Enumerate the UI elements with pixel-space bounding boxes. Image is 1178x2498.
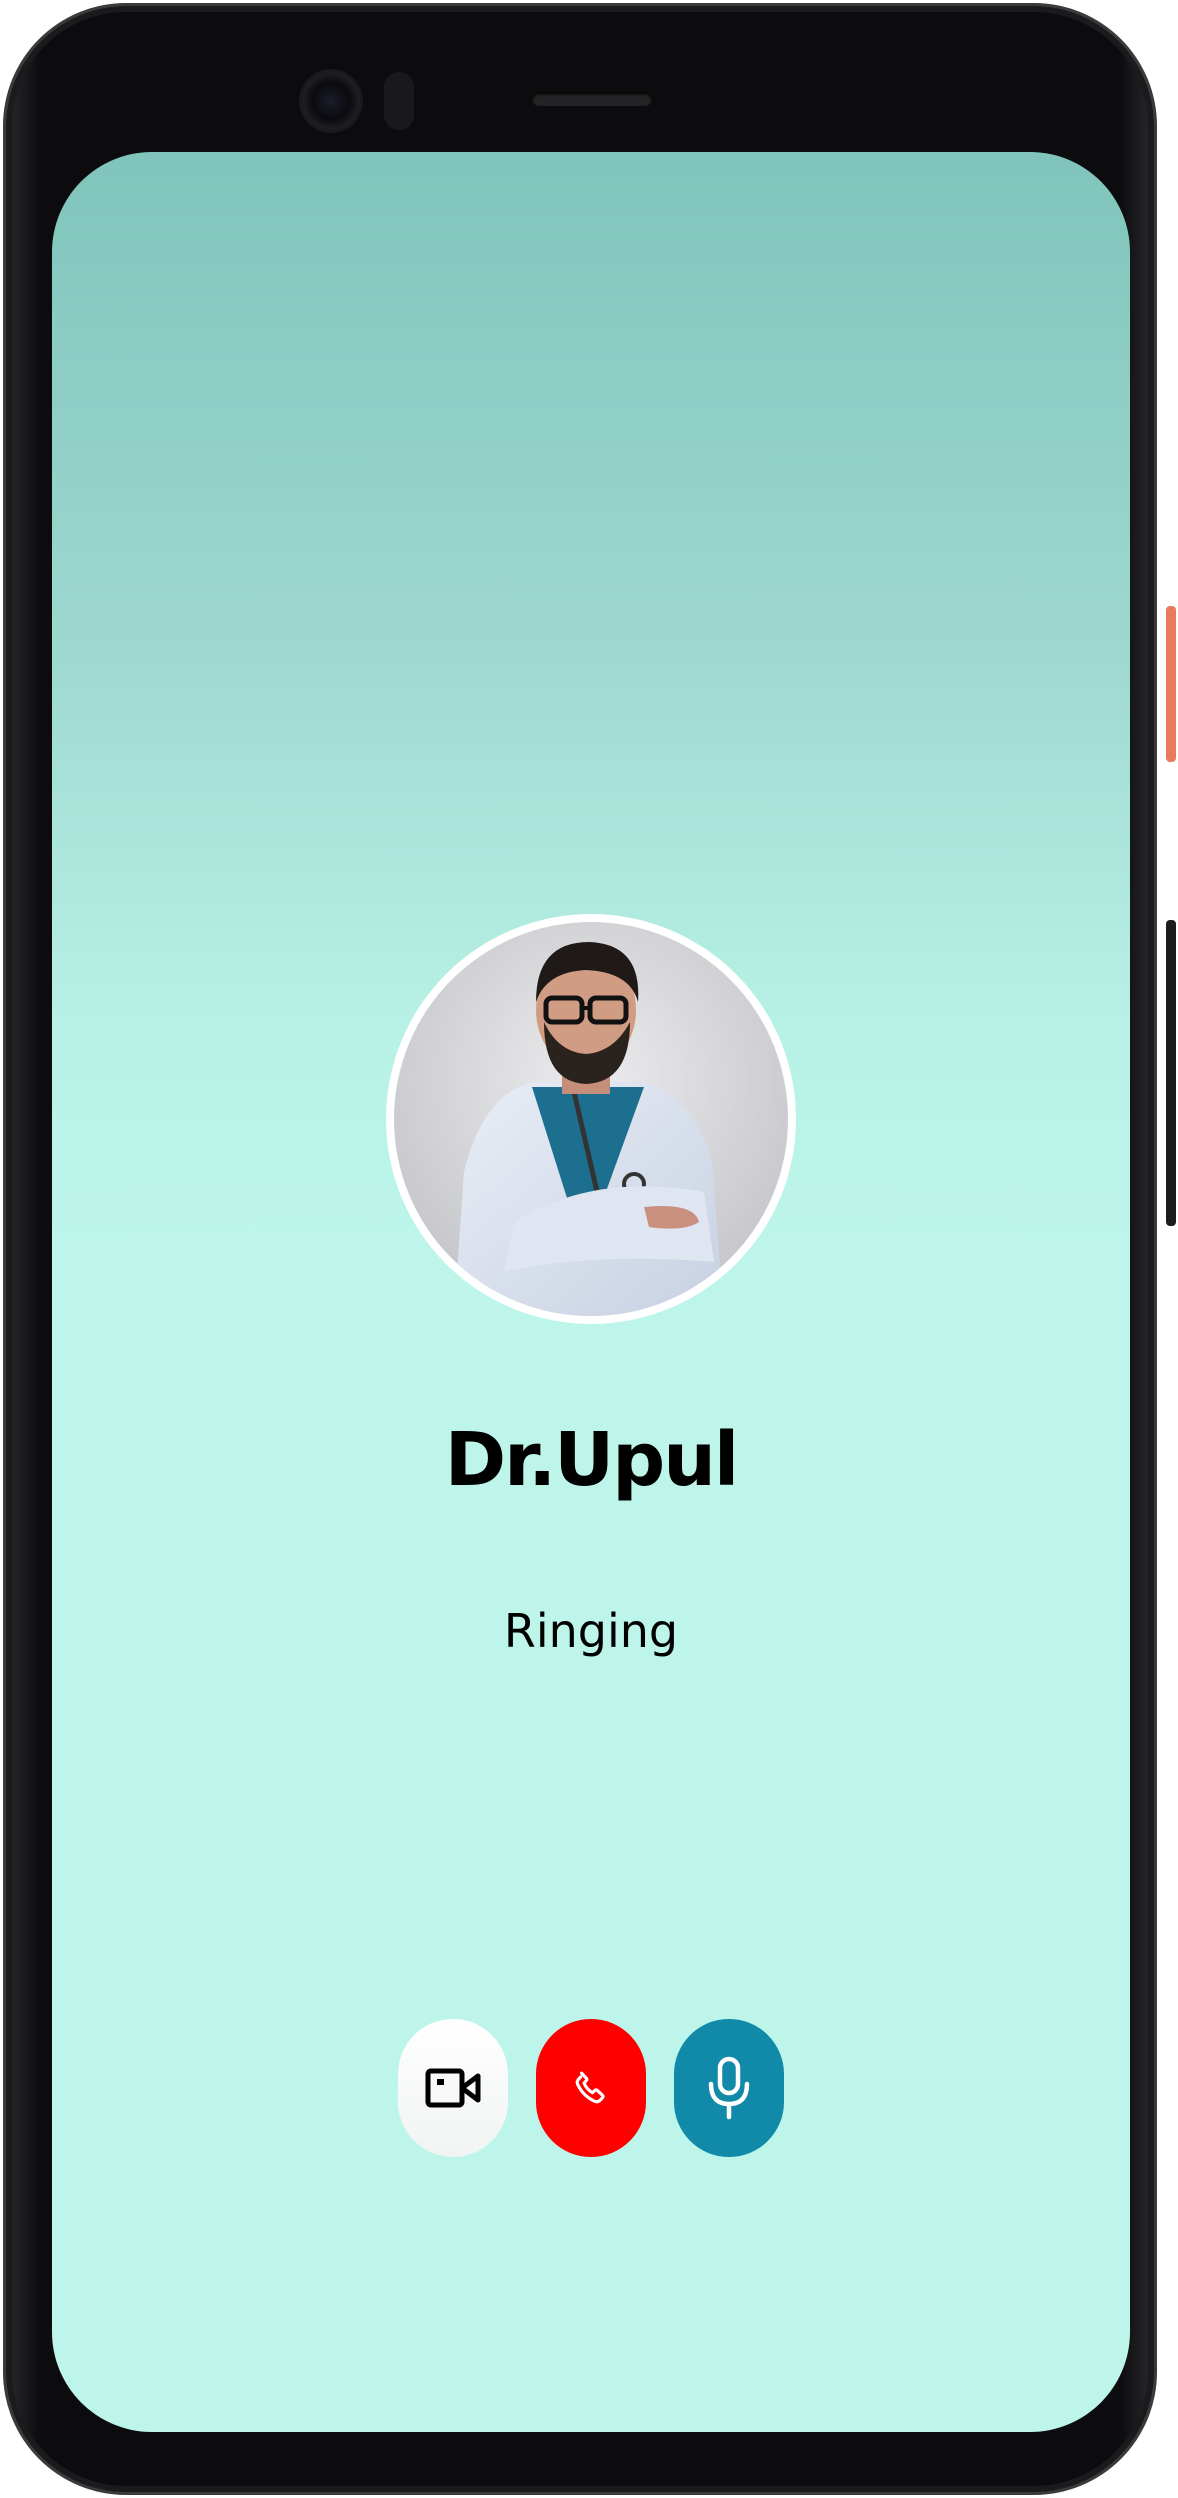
power-button: [1166, 606, 1176, 762]
front-camera: [302, 72, 360, 130]
video-camera-icon: [425, 2068, 481, 2108]
earpiece-speaker: [532, 92, 652, 106]
phone-icon: [575, 2071, 605, 2104]
video-button[interactable]: [398, 2019, 508, 2157]
call-screen: Dr.Upul Ringing: [52, 152, 1130, 2432]
doctor-avatar-image: [394, 922, 788, 1316]
end-call-button[interactable]: [536, 2019, 646, 2157]
volume-button: [1166, 920, 1176, 1226]
avatar: [386, 914, 796, 1324]
mute-button[interactable]: [674, 2019, 784, 2157]
contact-name: Dr.Upul: [444, 1417, 740, 1503]
call-status: Ringing: [503, 1604, 679, 1658]
phone-frame: Dr.Upul Ringing: [6, 6, 1154, 2492]
proximity-sensor: [384, 72, 414, 130]
microphone-icon: [708, 2056, 750, 2120]
